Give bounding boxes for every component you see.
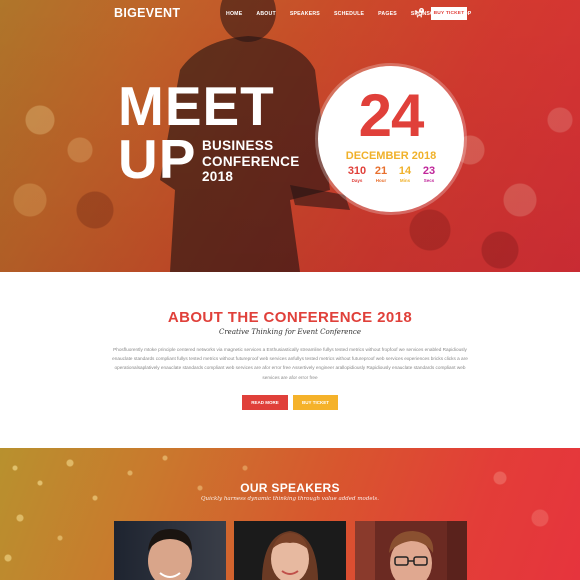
countdown-secs: 23 Secs (414, 165, 444, 183)
about-body-text: Phosfluorently mtoke principle centered … (112, 347, 468, 380)
hero-headline-up: UP (118, 128, 197, 190)
event-name-line: BUSINESS (202, 138, 274, 153)
page: BIGEVENT HOME ABOUT SPEAKERS SCHEDULE PA… (0, 0, 580, 580)
countdown-label: Secs (423, 178, 435, 183)
menu-item-about[interactable]: ABOUT (256, 11, 275, 17)
site-logo[interactable]: BIGEVENT (114, 6, 180, 20)
menu-item-home[interactable]: HOME (226, 11, 242, 17)
speaker-card-photo[interactable] (355, 521, 467, 580)
nav-buy-ticket-button[interactable]: BUY TICKET (431, 7, 467, 20)
hero-headline-meet: MEET (118, 75, 275, 137)
countdown-value: 23 (422, 165, 436, 177)
event-month: DECEMBER 2018 (345, 150, 437, 162)
top-navigation: BIGEVENT HOME ABOUT SPEAKERS SCHEDULE PA… (0, 0, 580, 28)
event-day: 24 (358, 82, 425, 149)
about-subtitle: Creative Thinking for Event Conference (218, 328, 361, 336)
hero-overlay (0, 0, 580, 272)
speaker-card-photo[interactable] (114, 521, 226, 580)
cart-count-badge: 0 (419, 8, 424, 13)
event-date-circle: 24 DECEMBER 2018 310 Days 21 Hour 14 Min… (318, 66, 464, 212)
buy-ticket-button[interactable]: BUY TICKET (293, 395, 338, 410)
hero-banner: BIGEVENT HOME ABOUT SPEAKERS SCHEDULE PA… (0, 0, 580, 272)
about-title: ABOUT THE CONFERENCE 2018 (167, 309, 413, 326)
menu-item-pages[interactable]: PAGES (378, 11, 397, 17)
menu-item-schedule[interactable]: SCHEDULE (334, 11, 364, 17)
hero-event-name: BUSINESS CONFERENCE 2018 (202, 138, 300, 185)
read-more-button[interactable]: READ MORE (242, 395, 288, 410)
speakers-title: OUR SPEAKERS (240, 481, 340, 495)
menu-item-speakers[interactable]: SPEAKERS (290, 11, 320, 17)
speaker-card-photo[interactable] (234, 521, 346, 580)
event-name-line: 2018 (202, 169, 234, 184)
speakers-section: OUR SPEAKERS Quickly harness dynamic thi… (0, 448, 580, 580)
speakers-subtitle: Quickly harness dynamic thinking through… (201, 496, 379, 502)
event-name-line: CONFERENCE (202, 153, 300, 169)
